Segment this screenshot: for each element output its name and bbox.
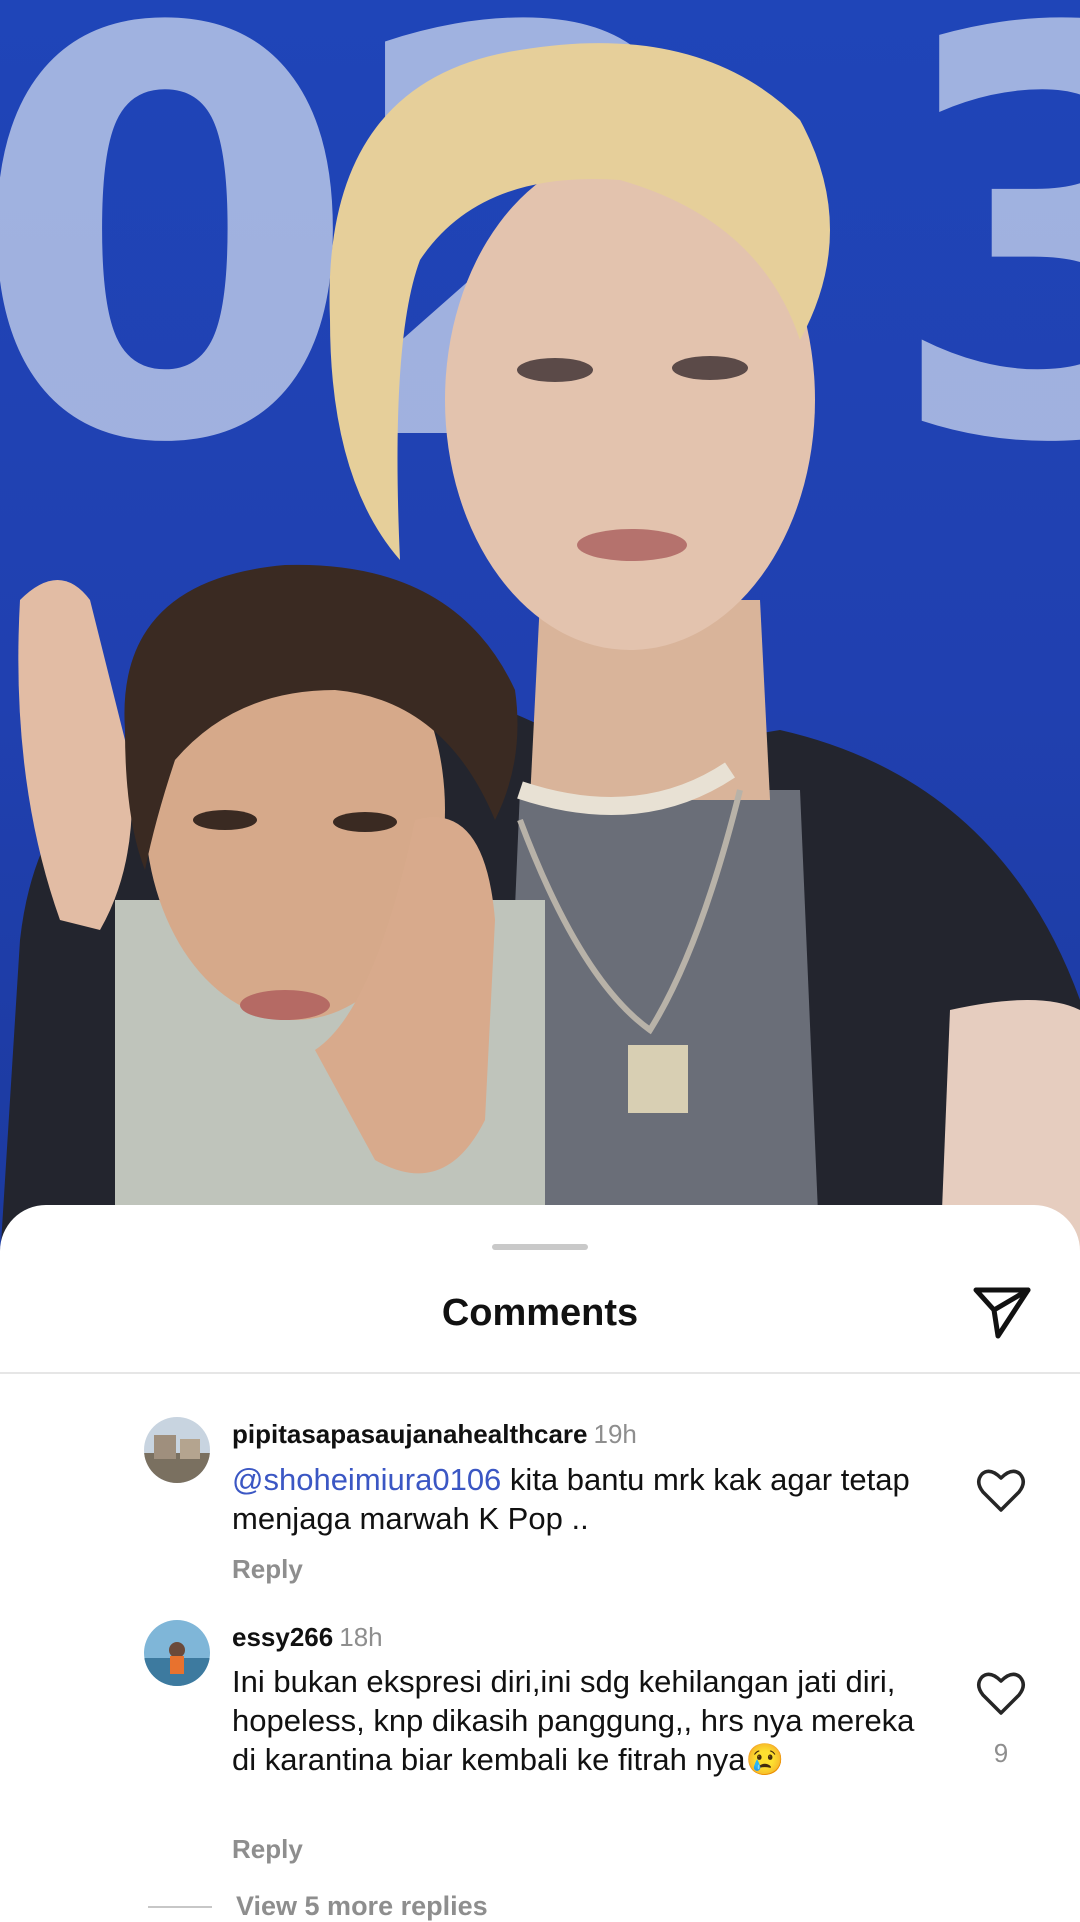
avatar[interactable]	[144, 1417, 210, 1483]
reply-button[interactable]: Reply	[232, 1834, 303, 1865]
heart-icon[interactable]	[976, 1670, 1026, 1716]
replies-divider	[148, 1906, 212, 1908]
sheet-grabber[interactable]	[492, 1244, 588, 1250]
header-divider	[0, 1372, 1080, 1374]
mention-link[interactable]: @shoheimiura0106	[232, 1462, 501, 1497]
reply-button[interactable]: Reply	[232, 1554, 303, 1585]
avatar[interactable]	[144, 1620, 210, 1686]
comment-text: @shoheimiura0106 kita bantu mrk kak agar…	[232, 1462, 910, 1536]
comment-username[interactable]: pipitasapasaujanahealthcare	[232, 1419, 587, 1449]
send-icon[interactable]	[970, 1280, 1034, 1344]
comment-username[interactable]: essy266	[232, 1622, 333, 1652]
view-more-replies-button[interactable]: View 5 more replies	[236, 1891, 488, 1922]
video-frame[interactable]: 02 3	[0, 0, 1080, 1260]
comment-text: Ini bukan ekspresi diri,ini sdg kehilang…	[232, 1664, 915, 1777]
sheet-title: Comments	[441, 1292, 639, 1334]
crying-emoji: 😢	[745, 1742, 785, 1777]
like-count: 9	[993, 1738, 1009, 1768]
heart-icon[interactable]	[976, 1467, 1026, 1513]
comment-time: 19h	[593, 1419, 637, 1449]
overlay-person-image	[115, 564, 545, 1240]
comment-time: 18h	[339, 1622, 383, 1652]
